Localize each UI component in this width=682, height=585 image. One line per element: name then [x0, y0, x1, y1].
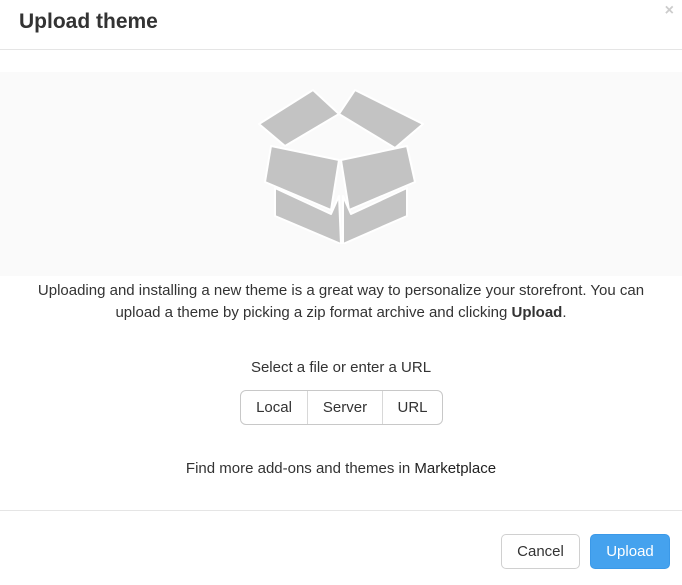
open-box-icon — [258, 89, 424, 244]
source-server-button[interactable]: Server — [307, 391, 382, 424]
close-icon[interactable]: × — [665, 2, 674, 20]
description-emphasis: Upload — [511, 304, 563, 321]
source-url-button[interactable]: URL — [382, 391, 442, 424]
source-button-group: Local Server URL — [240, 390, 443, 425]
source-label: Select a file or enter a URL — [250, 359, 432, 376]
dialog-footer: Cancel Upload — [0, 510, 682, 585]
dialog-header: Upload theme × — [0, 0, 682, 50]
illustration-panel — [0, 72, 682, 276]
marketplace-link[interactable]: Marketplace — [414, 460, 496, 477]
dialog-title: Upload theme — [19, 10, 158, 33]
cancel-button[interactable]: Cancel — [501, 534, 580, 569]
source-local-button[interactable]: Local — [241, 391, 307, 424]
description-text: Uploading and installing a new theme is … — [20, 280, 662, 324]
description-suffix: . — [562, 304, 567, 321]
marketplace-prefix: Find more add-ons and themes in — [185, 460, 415, 477]
marketplace-line: Find more add-ons and themes in Marketpl… — [0, 458, 682, 480]
upload-theme-dialog: Upload theme × Uploading and installing … — [0, 0, 682, 585]
upload-button[interactable]: Upload — [590, 534, 670, 569]
